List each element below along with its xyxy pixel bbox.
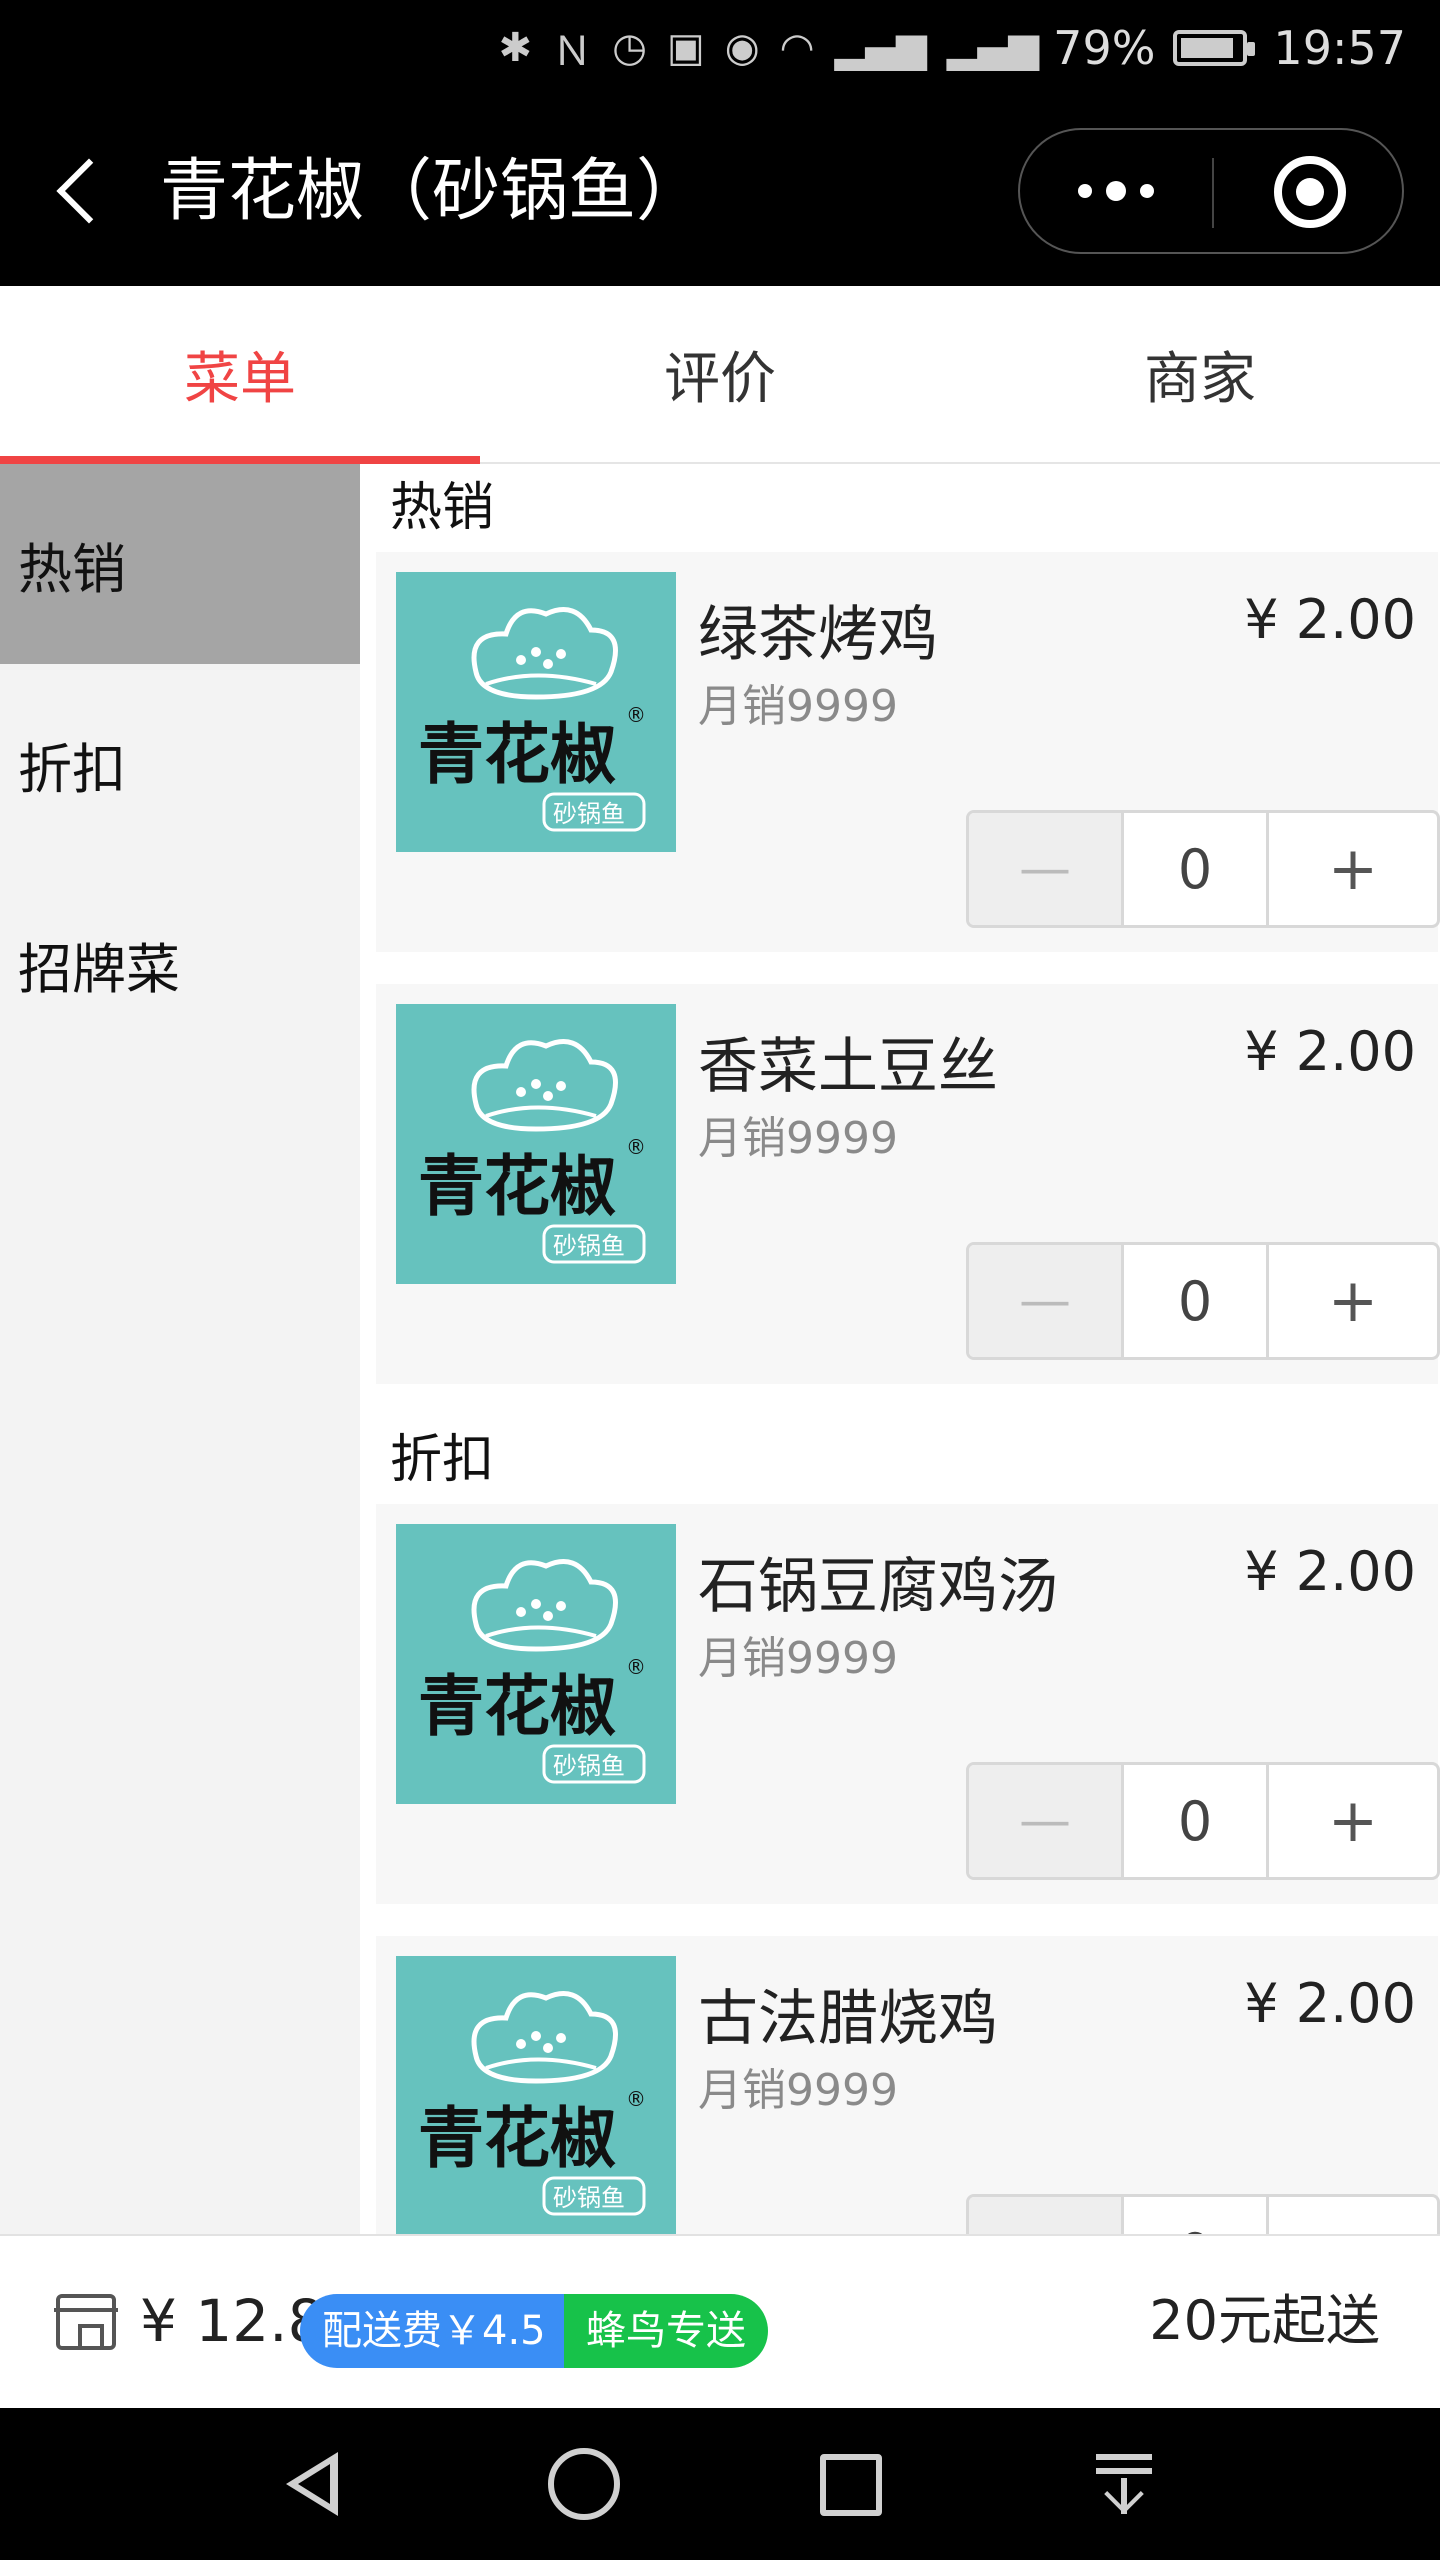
- food-item[interactable]: 青花椒 ® 砂锅鱼 绿茶烤鸡月销9999 ¥ 2.00 —0 +: [376, 552, 1440, 952]
- hd-icon: ▣: [666, 25, 705, 71]
- food-thumbnail: 青花椒 ® 砂锅鱼: [396, 1524, 676, 1804]
- quantity-value[interactable]: 0: [1124, 813, 1269, 925]
- wifi-icon: ◠: [779, 25, 815, 71]
- system-nav-bar: [0, 2408, 1440, 2560]
- back-triangle-icon[interactable]: [278, 2448, 350, 2520]
- increase-button[interactable]: +: [1269, 2197, 1437, 2234]
- decrease-button[interactable]: —: [969, 2197, 1124, 2234]
- mini-program-capsule: [1018, 128, 1404, 254]
- tab-bar: 菜单 评价 商家: [0, 286, 1440, 464]
- capsule-divider: [1212, 158, 1214, 228]
- brand-logo-image: 青花椒 ® 砂锅鱼: [396, 1004, 676, 1284]
- brand-logo-image: 青花椒 ® 砂锅鱼: [396, 1524, 676, 1804]
- food-name: 石锅豆腐鸡汤: [698, 1552, 1058, 1622]
- tab-merchant[interactable]: 商家: [960, 286, 1440, 462]
- svg-text:砂锅鱼: 砂锅鱼: [553, 1752, 625, 1780]
- brand-logo-image: 青花椒 ® 砂锅鱼: [396, 1956, 676, 2234]
- courier-badge: 蜂鸟专送: [564, 2294, 768, 2368]
- decrease-button[interactable]: —: [969, 1765, 1124, 1877]
- min-order-label: 20元起送: [1149, 2289, 1380, 2352]
- food-item[interactable]: 青花椒 ® 砂锅鱼 石锅豆腐鸡汤月销9999 ¥ 2.00 —0 +: [376, 1504, 1440, 1904]
- status-bar: ✱ Ｎ ◷ ▣ ◉ ◠ ▂▄▆ ▂▄▆ 79% 19:57: [0, 0, 1440, 96]
- bluetooth-icon: ✱: [498, 25, 533, 71]
- sidebar-item-discount[interactable]: 折扣: [0, 664, 360, 864]
- sidebar-item-signature[interactable]: 招牌菜: [0, 864, 360, 1064]
- home-circle-icon[interactable]: [548, 2448, 620, 2520]
- food-thumbnail: 青花椒 ® 砂锅鱼: [396, 1956, 676, 2234]
- svg-text:青花椒: 青花椒: [418, 715, 616, 793]
- svg-text:®: ®: [626, 1655, 646, 1679]
- food-monthly-sales: 月销9999: [698, 2065, 898, 2116]
- quantity-value[interactable]: 0: [1124, 1765, 1269, 1877]
- increase-button[interactable]: +: [1269, 813, 1437, 925]
- decrease-button[interactable]: —: [969, 1245, 1124, 1357]
- quantity-stepper: —0+: [966, 810, 1440, 928]
- food-name: 香菜土豆丝: [698, 1032, 998, 1102]
- shop-icon[interactable]: [54, 2294, 118, 2350]
- food-thumbnail: 青花椒 ® 砂锅鱼: [396, 572, 676, 852]
- sidebar-item-hot[interactable]: 热销: [0, 464, 360, 664]
- food-name: 绿茶烤鸡: [698, 600, 938, 670]
- increase-button[interactable]: +: [1269, 1765, 1437, 1877]
- nav-bar: 青花椒（砂锅鱼）: [0, 96, 1440, 286]
- cart-bar: ¥ 12.8 配送费￥4.5 蜂鸟专送 20元起送: [0, 2234, 1440, 2408]
- more-dots-icon[interactable]: [1020, 130, 1212, 252]
- eye-icon: ◉: [724, 25, 760, 71]
- food-item[interactable]: 青花椒 ® 砂锅鱼 古法腊烧鸡月销9999 ¥ 2.00 —0+: [376, 1936, 1440, 2234]
- target-close-icon[interactable]: [1274, 156, 1346, 228]
- alarm-icon: ◷: [612, 25, 647, 71]
- brand-logo-image: 青花椒 ® 砂锅鱼: [396, 572, 676, 852]
- food-price: ¥ 2.00: [1244, 1020, 1416, 1083]
- food-list: 热销 青花椒 ® 砂锅鱼 绿茶烤鸡 月销9999 ¥ 2.00—0 + 青花椒 ® 砂锅鱼 香菜土豆丝…: [360, 464, 1440, 2234]
- tab-reviews[interactable]: 评价: [480, 286, 960, 462]
- battery-percent: 79%: [1053, 21, 1156, 75]
- food-item[interactable]: 青花椒 ® 砂锅鱼 香菜土豆丝月销9999 ¥ 2.00 —0 +: [376, 984, 1440, 1384]
- recents-square-icon[interactable]: [820, 2454, 882, 2516]
- quantity-stepper: —0+: [966, 1762, 1440, 1880]
- delivery-fee-badge: 配送费￥4.5: [300, 2294, 568, 2368]
- svg-text:青花椒: 青花椒: [418, 1667, 616, 1745]
- section-title: 热销: [390, 478, 495, 538]
- food-price: ¥ 2.00: [1244, 588, 1416, 651]
- svg-text:砂锅鱼: 砂锅鱼: [553, 1232, 625, 1260]
- notification-pull-down-icon[interactable]: [1092, 2448, 1164, 2520]
- signal-3g-icon: ▂▄▆: [946, 25, 1040, 71]
- section-title: 折扣: [390, 1430, 495, 1490]
- signal-4g-icon: ▂▄▆: [834, 25, 927, 71]
- food-monthly-sales: 月销9999: [698, 1113, 898, 1164]
- svg-text:®: ®: [626, 2087, 646, 2111]
- quantity-stepper: —0+: [966, 2194, 1440, 2234]
- category-sidebar: 热销 折扣 招牌菜: [0, 464, 360, 2234]
- food-monthly-sales: 月销9999: [698, 681, 898, 732]
- food-thumbnail: 青花椒 ® 砂锅鱼: [396, 1004, 676, 1284]
- food-name: 古法腊烧鸡: [698, 1984, 998, 2054]
- svg-text:®: ®: [626, 703, 646, 727]
- food-monthly-sales: 月销9999: [698, 1633, 898, 1684]
- page-title: 青花椒（砂锅鱼）: [160, 152, 705, 231]
- quantity-value[interactable]: 0: [1124, 2197, 1269, 2234]
- clock: 19:57: [1273, 21, 1406, 75]
- svg-text:砂锅鱼: 砂锅鱼: [553, 2184, 625, 2212]
- battery-icon: [1173, 30, 1256, 66]
- food-price: ¥ 2.00: [1244, 1540, 1416, 1603]
- decrease-button[interactable]: —: [969, 813, 1124, 925]
- cart-total: ¥ 12.8: [140, 2287, 325, 2355]
- increase-button[interactable]: +: [1269, 1245, 1437, 1357]
- quantity-stepper: —0+: [966, 1242, 1440, 1360]
- svg-text:®: ®: [626, 1135, 646, 1159]
- tab-menu[interactable]: 菜单: [0, 286, 480, 464]
- svg-text:青花椒: 青花椒: [418, 1147, 616, 1225]
- quantity-value[interactable]: 0: [1124, 1245, 1269, 1357]
- food-price: ¥ 2.00: [1244, 1972, 1416, 2035]
- svg-text:青花椒: 青花椒: [418, 2099, 616, 2177]
- nfc-icon: Ｎ: [552, 29, 593, 75]
- svg-text:砂锅鱼: 砂锅鱼: [553, 800, 625, 828]
- back-arrow-icon[interactable]: [52, 158, 108, 228]
